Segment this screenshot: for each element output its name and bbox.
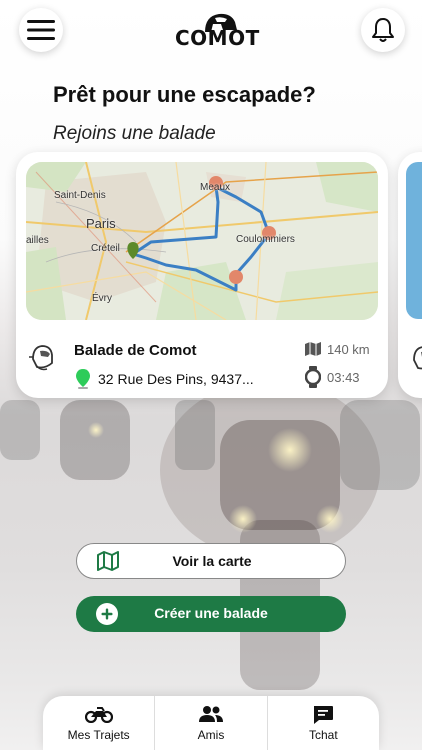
motorcycle-icon — [84, 707, 113, 723]
ride-title: Balade de Comot — [74, 342, 197, 359]
next-ride-map-preview — [406, 162, 422, 319]
tab-label: Amis — [197, 728, 225, 742]
logo-text: COMOT — [175, 26, 260, 50]
route-map[interactable]: Saint-Denis Paris Créteil Évry Meaux Cou… — [26, 162, 378, 320]
map-label-versailles: ailles — [26, 235, 49, 246]
bottom-tab-bar: Mes Trajets Amis Tchat — [43, 696, 379, 750]
menu-button[interactable] — [19, 8, 63, 52]
tab-mes-trajets[interactable]: Mes Trajets — [43, 696, 154, 750]
location-pin-icon — [76, 369, 90, 389]
bell-icon — [372, 18, 394, 42]
next-ride-card-peek[interactable] — [398, 152, 422, 398]
map-label-evry: Évry — [92, 293, 112, 304]
page-title: Prêt pour une escapade? — [53, 82, 316, 107]
notifications-button[interactable] — [361, 8, 405, 52]
ride-address: 32 Rue Des Pins, 9437... — [98, 371, 254, 387]
watch-icon — [305, 366, 321, 388]
friends-icon — [198, 706, 223, 722]
rider-helmet-icon — [413, 346, 422, 370]
tab-amis[interactable]: Amis — [154, 696, 266, 750]
tab-tchat[interactable]: Tchat — [266, 696, 379, 750]
section-subtitle: Rejoins une balade — [53, 123, 216, 144]
view-map-label: Voir la carte — [172, 553, 252, 569]
rider-helmet-icon — [29, 345, 53, 371]
tab-label: Mes Trajets — [67, 728, 130, 742]
create-ride-button[interactable]: Créer une balade — [76, 596, 346, 632]
app-logo: COMOT — [175, 10, 259, 50]
chat-icon — [314, 706, 334, 724]
tab-label: Tchat — [308, 728, 338, 742]
map-label-paris: Paris — [86, 216, 116, 231]
map-label-saint-denis: Saint-Denis — [54, 190, 106, 201]
view-map-button[interactable]: Voir la carte — [76, 543, 346, 579]
create-ride-label: Créer une balade — [154, 605, 268, 621]
hamburger-icon — [27, 20, 55, 40]
map-label-coulommiers: Coulommiers — [236, 234, 295, 245]
ride-card[interactable]: Saint-Denis Paris Créteil Évry Meaux Cou… — [16, 152, 388, 398]
map-distance-icon — [305, 342, 321, 356]
map-label-meaux: Meaux — [200, 182, 231, 193]
ride-distance: 140 km — [327, 342, 370, 357]
map-label-creteil: Créteil — [91, 243, 120, 254]
ride-duration: 03:43 — [327, 370, 360, 385]
